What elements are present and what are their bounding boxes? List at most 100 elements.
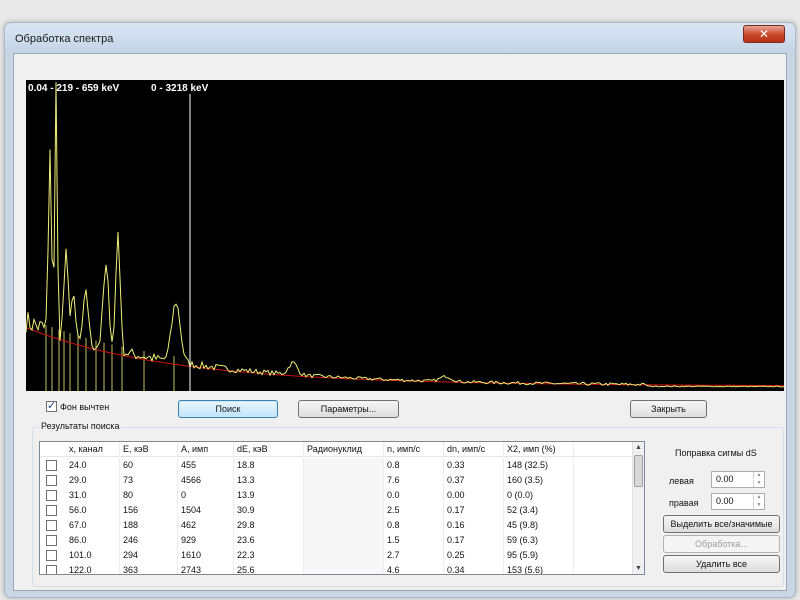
col-nuclide[interactable]: Радионуклид: [304, 442, 384, 457]
col-channel[interactable]: x, канал: [66, 442, 120, 457]
full-range-label: 0 - 3218 keV: [151, 83, 209, 94]
sigma-left-value[interactable]: 0.00: [716, 474, 734, 484]
cell-chi2: 59 (6.3): [504, 533, 574, 548]
cell-chi2: 148 (32.5): [504, 458, 574, 473]
cell-rate: 7.6: [384, 473, 444, 488]
cell-energy: 246: [120, 533, 178, 548]
cell-nuclide: [304, 518, 384, 533]
select-all-significant-button[interactable]: Выделить все/значимые: [663, 515, 780, 533]
energy-range-label: 0.04 - 219 - 659 keV: [28, 83, 120, 94]
search-results-group: Результаты поиска x, канал E, кэВ A, имп…: [32, 421, 784, 587]
sigma-left-spinbox[interactable]: 0.00 ▲ ▼: [711, 471, 765, 488]
row-checkbox[interactable]: [46, 520, 57, 531]
col-de[interactable]: dE, кэВ: [234, 442, 304, 457]
cell-extra: [574, 563, 634, 574]
sigma-right-value[interactable]: 0.00: [716, 496, 734, 506]
row-checkbox[interactable]: [46, 475, 57, 486]
row-checkbox[interactable]: [46, 550, 57, 561]
cell-area: 4566: [178, 473, 234, 488]
table-row[interactable]: 29.0 73 4566 13.3 7.6 0.37 160 (3.5): [40, 473, 634, 488]
cell-channel: 31.0: [66, 488, 120, 503]
parameters-button[interactable]: Параметры...: [298, 400, 399, 418]
spin-up-icon[interactable]: ▲: [753, 472, 764, 479]
scroll-thumb[interactable]: [634, 455, 643, 487]
cell-rate-error: 0.25: [444, 548, 504, 563]
cell-rate: 0.8: [384, 458, 444, 473]
cell-rate-error: 0.34: [444, 563, 504, 574]
cell-nuclide: [304, 473, 384, 488]
cell-de: 29.8: [234, 518, 304, 533]
table-row[interactable]: 31.0 80 0 13.9 0.0 0.00 0 (0.0): [40, 488, 634, 503]
process-button: Обработка...: [663, 535, 780, 553]
cell-chi2: 95 (5.9): [504, 548, 574, 563]
cell-channel: 86.0: [66, 533, 120, 548]
cell-rate: 0.0: [384, 488, 444, 503]
cell-energy: 156: [120, 503, 178, 518]
cell-rate: 0.8: [384, 518, 444, 533]
cell-rate-error: 0.00: [444, 488, 504, 503]
cell-chi2: 52 (3.4): [504, 503, 574, 518]
spectrum-canvas[interactable]: [26, 80, 784, 391]
row-checkbox[interactable]: [46, 460, 57, 471]
table-row[interactable]: 101.0 294 1610 22.3 2.7 0.25 95 (5.9): [40, 548, 634, 563]
col-area[interactable]: A, имп: [178, 442, 234, 457]
scroll-down-icon[interactable]: ▼: [633, 563, 644, 574]
cell-nuclide: [304, 458, 384, 473]
cell-rate: 4.6: [384, 563, 444, 574]
scroll-up-icon[interactable]: ▲: [633, 442, 644, 453]
cell-area: 455: [178, 458, 234, 473]
checkbox-box[interactable]: [46, 399, 57, 413]
cell-channel: 122.0: [66, 563, 120, 574]
col-energy[interactable]: E, кэВ: [120, 442, 178, 457]
spectrum-plot[interactable]: 0.04 - 219 - 659 keV 0 - 3218 keV: [26, 80, 784, 391]
results-table[interactable]: x, канал E, кэВ A, имп dE, кэВ Радионукл…: [39, 441, 645, 575]
close-window-button[interactable]: ✕: [743, 25, 785, 43]
cell-nuclide: [304, 533, 384, 548]
table-row[interactable]: 122.0 363 2743 25.6 4.6 0.34 153 (5.6): [40, 563, 634, 574]
cell-de: 18.8: [234, 458, 304, 473]
spin-down-icon[interactable]: ▼: [753, 502, 764, 509]
cell-extra: [574, 503, 634, 518]
cell-channel: 56.0: [66, 503, 120, 518]
spin-up-icon[interactable]: ▲: [753, 494, 764, 501]
table-row[interactable]: 86.0 246 929 23.6 1.5 0.17 59 (6.3): [40, 533, 634, 548]
title-bar: Обработка спектра ✕: [5, 23, 795, 53]
search-results-title: Результаты поиска: [39, 421, 122, 431]
row-checkbox[interactable]: [46, 505, 57, 516]
col-chi2[interactable]: X2, имп (%): [504, 442, 574, 457]
background-subtracted-label: Фон вычтен: [60, 401, 110, 412]
spin-down-icon[interactable]: ▼: [753, 480, 764, 487]
cell-energy: 73: [120, 473, 178, 488]
table-row[interactable]: 56.0 156 1504 30.9 2.5 0.17 52 (3.4): [40, 503, 634, 518]
cell-channel: 29.0: [66, 473, 120, 488]
sigma-panel: Поправка сигмы dS левая 0.00 ▲ ▼ правая …: [655, 428, 783, 586]
row-checkbox[interactable]: [46, 565, 57, 574]
search-button[interactable]: Поиск: [178, 400, 278, 418]
table-scrollbar[interactable]: ▲ ▼: [632, 442, 644, 574]
cell-energy: 294: [120, 548, 178, 563]
delete-all-button[interactable]: Удалить все: [663, 555, 780, 573]
sigma-right-spinbox[interactable]: 0.00 ▲ ▼: [711, 493, 765, 510]
table-row[interactable]: 24.0 60 455 18.8 0.8 0.33 148 (32.5): [40, 458, 634, 473]
close-button[interactable]: Закрыть: [630, 400, 707, 418]
cell-nuclide: [304, 548, 384, 563]
cell-area: 1610: [178, 548, 234, 563]
row-checkbox[interactable]: [46, 490, 57, 501]
cell-rate-error: 0.17: [444, 533, 504, 548]
col-rate-error[interactable]: dn, имп/с: [444, 442, 504, 457]
row-checkbox[interactable]: [46, 535, 57, 546]
col-rate[interactable]: n, имп/с: [384, 442, 444, 457]
table-row[interactable]: 67.0 188 462 29.8 0.8 0.16 45 (9.8): [40, 518, 634, 533]
cell-de: 22.3: [234, 548, 304, 563]
cell-energy: 188: [120, 518, 178, 533]
cell-area: 929: [178, 533, 234, 548]
processing-window: Обработка спектра ✕ 0.04 - 219 - 659 keV…: [4, 22, 796, 598]
cell-extra: [574, 488, 634, 503]
cell-rate-error: 0.33: [444, 458, 504, 473]
cell-rate-error: 0.17: [444, 503, 504, 518]
cell-channel: 101.0: [66, 548, 120, 563]
cell-nuclide: [304, 563, 384, 574]
cell-de: 23.6: [234, 533, 304, 548]
cell-area: 2743: [178, 563, 234, 574]
background-subtracted-checkbox[interactable]: Фон вычтен: [46, 399, 110, 413]
